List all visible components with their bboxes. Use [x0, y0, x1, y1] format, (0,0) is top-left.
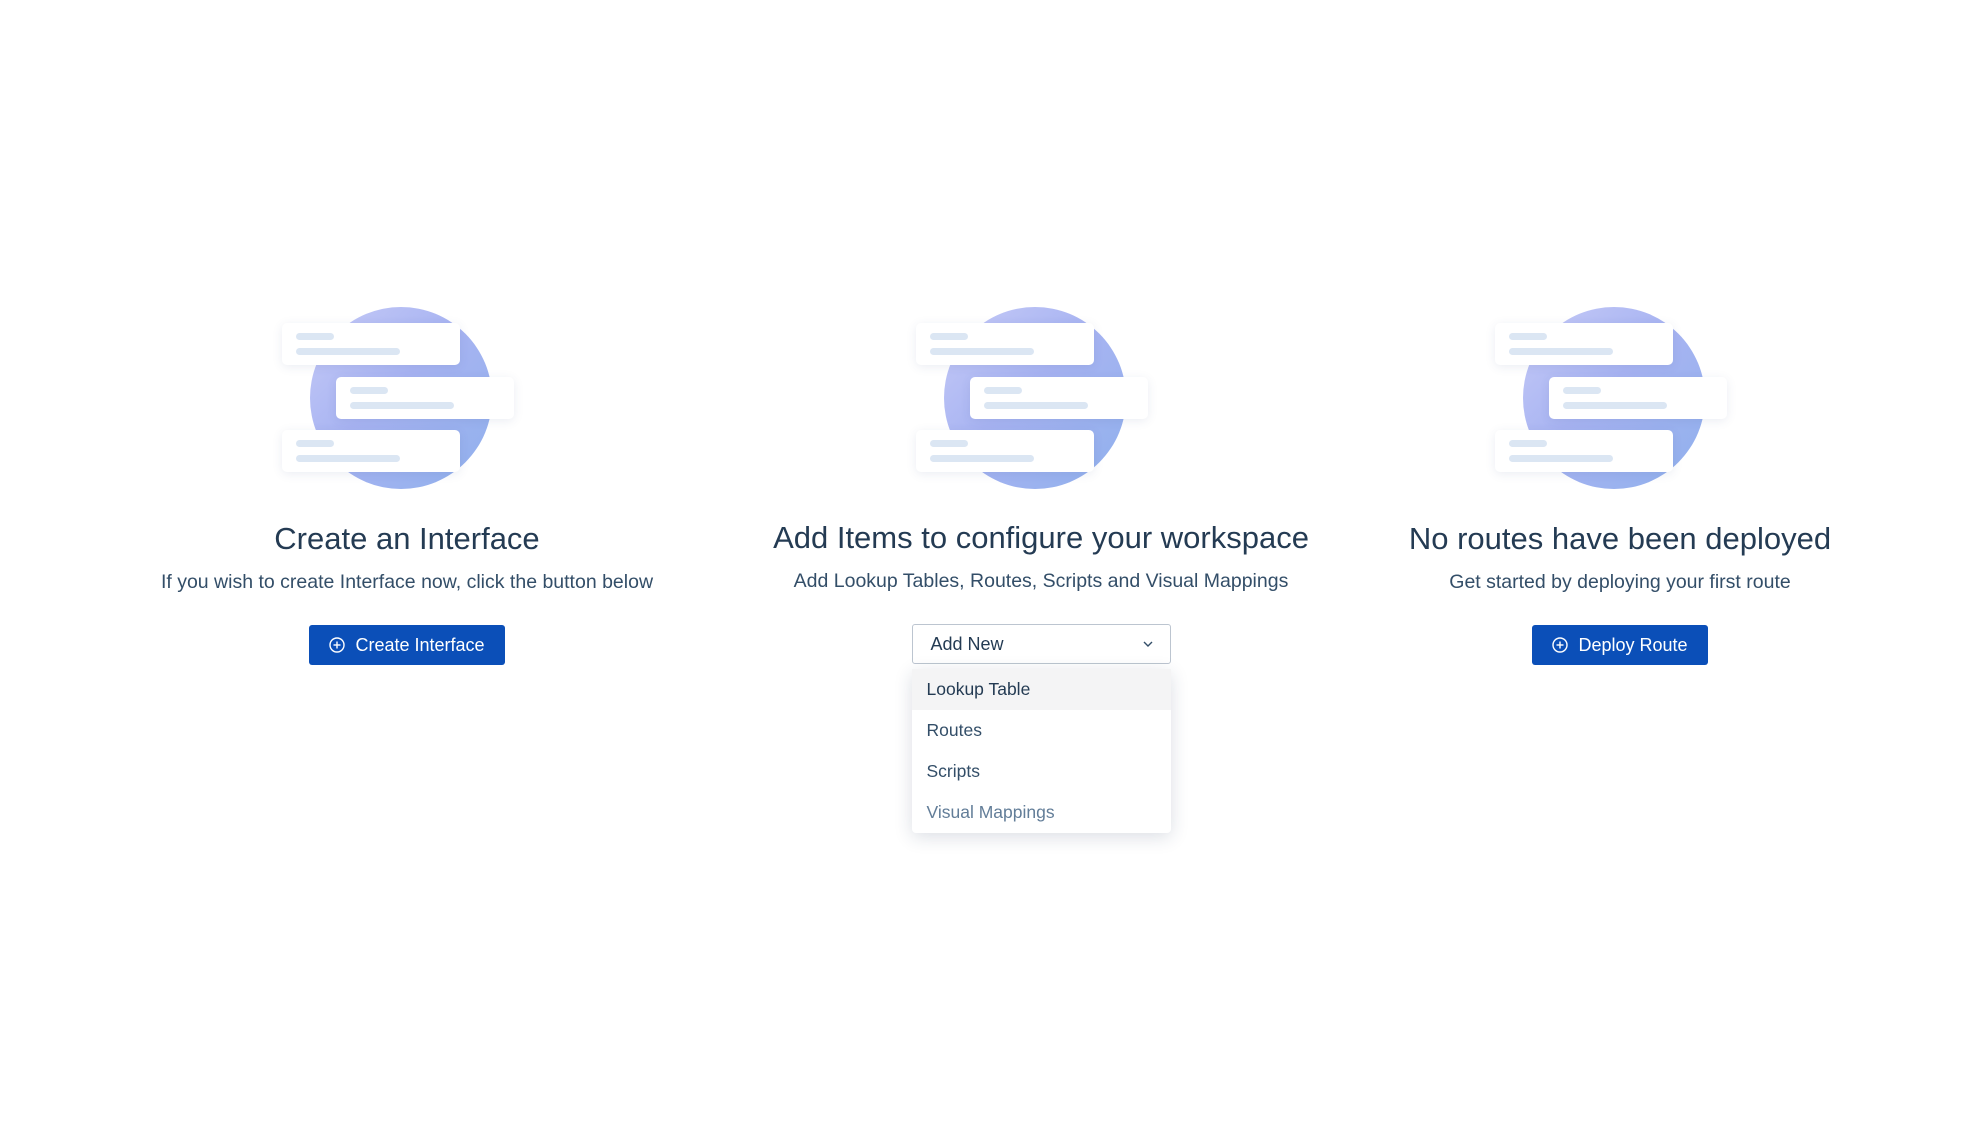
empty-state-illustration — [282, 305, 532, 491]
illustration-card — [282, 323, 460, 365]
add-items-panel: Add Items to configure your workspace Ad… — [731, 305, 1351, 833]
illustration-card — [916, 430, 1094, 472]
empty-state-illustration — [1495, 305, 1745, 491]
create-interface-button[interactable]: Create Interface — [309, 625, 505, 665]
menu-item-scripts[interactable]: Scripts — [912, 751, 1171, 792]
deploy-route-label: Deploy Route — [1578, 634, 1688, 655]
panel-title: Add Items to configure your workspace — [773, 520, 1309, 555]
plus-circle-icon — [329, 637, 346, 653]
add-new-dropdown: Add New Lookup Table Routes Scripts Visu… — [911, 624, 1171, 833]
menu-item-lookup-table[interactable]: Lookup Table — [911, 669, 1171, 710]
create-interface-panel: Create an Interface If you wish to creat… — [97, 305, 717, 665]
illustration-card — [1495, 430, 1673, 472]
menu-item-routes[interactable]: Routes — [912, 710, 1171, 751]
add-new-select-value: Add New — [930, 633, 1004, 654]
illustration-card — [282, 430, 460, 472]
panel-subtitle: Add Lookup Tables, Routes, Scripts and V… — [793, 570, 1289, 592]
panel-subtitle: Get started by deploying your first rout… — [1449, 571, 1791, 593]
panel-title: Create an Interface — [274, 521, 540, 556]
illustration-card — [916, 323, 1094, 365]
add-new-select[interactable]: Add New — [911, 624, 1171, 664]
empty-states-page: Create an Interface If you wish to creat… — [0, 0, 1962, 1142]
menu-item-visual-mappings[interactable]: Visual Mappings — [912, 792, 1171, 833]
deploy-route-panel: No routes have been deployed Get started… — [1310, 305, 1930, 665]
illustration-card — [336, 377, 514, 419]
deploy-route-button[interactable]: Deploy Route — [1532, 625, 1708, 665]
create-interface-label: Create Interface — [355, 634, 485, 655]
chevron-down-icon — [1143, 641, 1152, 647]
plus-circle-icon — [1552, 637, 1569, 653]
illustration-card — [970, 377, 1148, 419]
panel-subtitle: If you wish to create Interface now, cli… — [160, 571, 654, 593]
illustration-card — [1495, 323, 1673, 365]
add-new-menu: Lookup Table Routes Scripts Visual Mappi… — [911, 669, 1171, 833]
panel-title: No routes have been deployed — [1408, 521, 1832, 556]
empty-state-illustration — [916, 305, 1166, 491]
illustration-card — [1549, 377, 1727, 419]
